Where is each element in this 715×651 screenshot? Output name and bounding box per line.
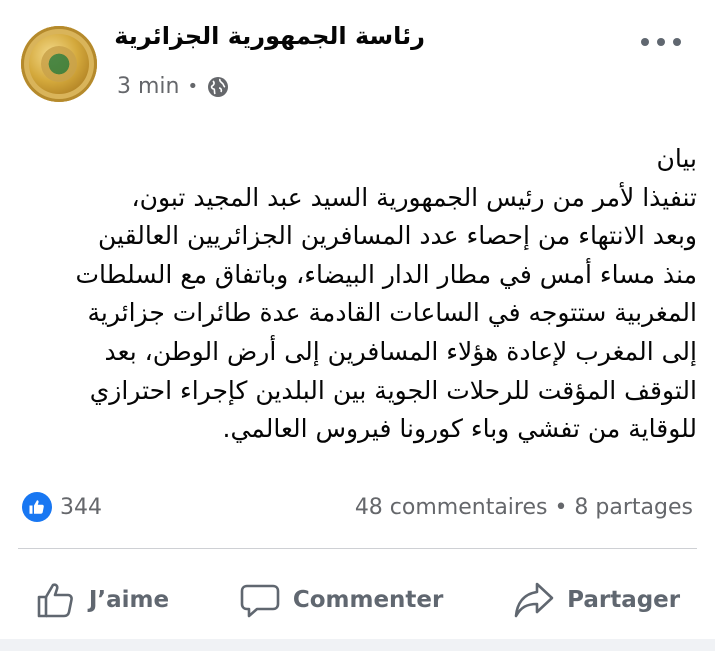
like-label: J’aime [88,587,170,613]
post-line: تنفيذا لأمر من رئيس الجمهورية السيد عبد … [131,182,697,212]
feed-separator [0,639,715,651]
share-button[interactable]: Partager [513,579,680,621]
reaction-count: 344 [60,494,102,520]
post-time[interactable]: 3 min [117,74,179,99]
reactions-summary[interactable]: 344 [22,492,102,522]
comment-button[interactable]: Commenter [239,579,444,621]
more-dot [657,38,665,46]
post-line: منذ مساء أمس في مطار الدار البيضاء، وبات… [75,259,697,289]
post-line: بيان [656,144,697,173]
post-line: التوقف المؤقت للرحلات الجوية بين البلدين… [89,375,697,405]
action-bar: J’aime Commenter Partager [0,570,715,630]
meta-separator: • [187,76,199,97]
facebook-post: رئاسة الجمهورية الجزائرية 3 min • بيان ت… [0,0,715,651]
like-button[interactable]: J’aime [35,579,169,621]
thumbs-up-icon [37,583,73,618]
post-line: وبعد الانتهاء من إحصاء عدد المسافرين الج… [98,221,697,251]
globe-icon[interactable] [206,75,230,99]
comments-shares-count[interactable]: 48 commentaires • 8 partages [355,495,693,520]
comment-label: Commenter [292,587,444,613]
more-options-icon[interactable] [641,30,681,54]
post-line: إلى المغرب لإعادة هؤلاء المسافرين إلى أر… [104,336,697,366]
avatar-emblem [41,46,77,82]
post-line: المغربية ستتوجه في الساعات القادمة عدة ط… [87,298,698,328]
more-dot [673,38,681,46]
post-line: للوقاية من تفشي وباء كورونا فيروس العالم… [222,414,698,444]
page-avatar[interactable] [21,26,97,102]
more-dot [641,38,649,46]
post-meta: 3 min • [117,74,230,99]
comment-icon [240,584,280,618]
share-label: Partager [567,587,681,613]
like-icon [22,492,52,522]
post-body: بيان تنفيذا لأمر من رئيس الجمهورية السيد… [18,140,697,449]
divider [18,548,697,549]
share-arrow-icon [514,582,554,618]
page-name[interactable]: رئاسة الجمهورية الجزائرية [114,22,425,50]
